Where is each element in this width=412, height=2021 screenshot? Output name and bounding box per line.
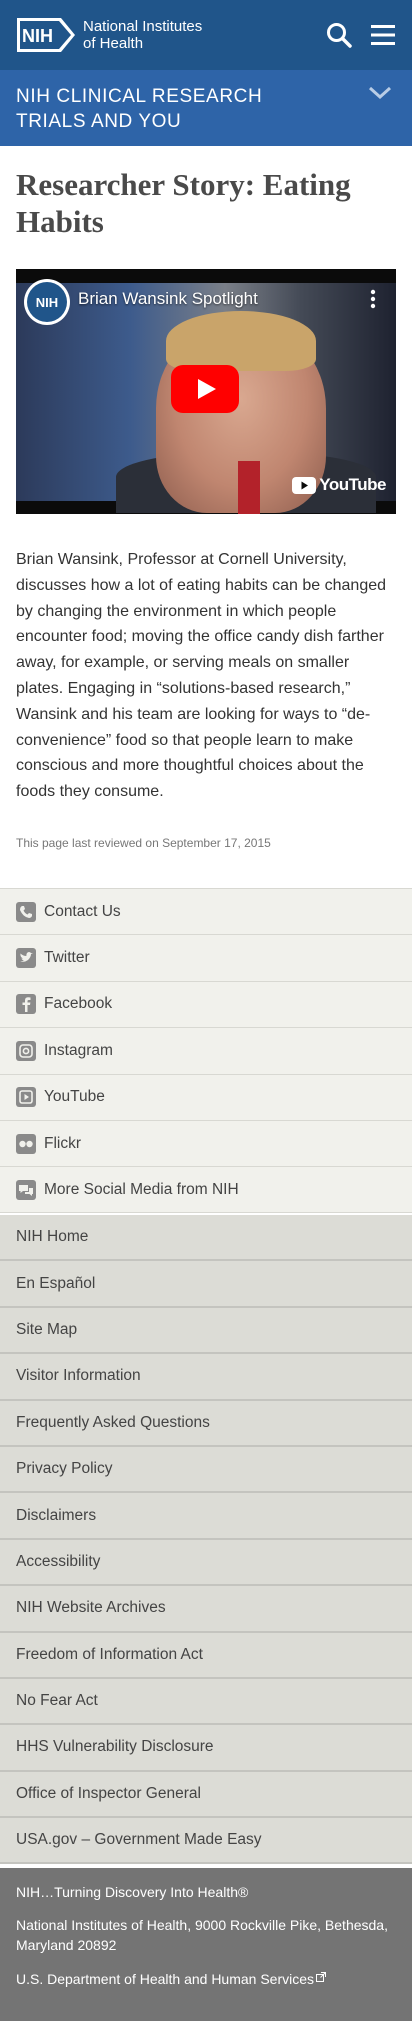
play-button-icon[interactable]	[171, 365, 239, 413]
facebook-icon	[16, 994, 36, 1015]
more-vertical-icon[interactable]	[370, 289, 376, 314]
youtube-badge[interactable]: YouTube	[292, 475, 386, 495]
youtube-brand: YouTube	[319, 475, 386, 494]
social-link-label: Flickr	[44, 1134, 82, 1152]
footer-link-visitor-information[interactable]: Visitor Information	[0, 1354, 412, 1401]
page: NIH National Institutes of Health NIH CL…	[0, 0, 412, 2021]
last-reviewed: This page last reviewed on September 17,…	[16, 836, 271, 850]
social-link-label: Facebook	[44, 995, 113, 1013]
social-link-label: YouTube	[44, 1088, 105, 1106]
thumbnail-hair	[166, 311, 316, 371]
story-description: Brian Wansink, Professor at Cornell Univ…	[16, 551, 387, 801]
logo-line-2: of Health	[83, 35, 144, 52]
footer-hhs-link-wrap: U.S. Department of Health and Human Serv…	[16, 1967, 396, 1989]
youtube-icon	[16, 1087, 36, 1108]
channel-avatar[interactable]: NIH	[24, 279, 70, 325]
nih-logo[interactable]: NIH National Institutes of Health	[15, 16, 202, 54]
footer-link-faq[interactable]: Frequently Asked Questions	[0, 1400, 412, 1447]
site-header: NIH National Institutes of Health	[0, 0, 412, 70]
nih-logo-text: National Institutes of Health	[83, 18, 202, 52]
external-link-icon	[316, 1967, 327, 1987]
footer-link-en-espanol[interactable]: En Español	[0, 1261, 412, 1308]
footer-link-privacy-policy[interactable]: Privacy Policy	[0, 1446, 412, 1494]
hamburger-menu-icon[interactable]	[369, 21, 397, 49]
section-title: NIH CLINICAL RESEARCH TRIALS AND YOU	[16, 86, 263, 132]
flickr-icon	[16, 1133, 36, 1154]
footer-link-disclaimers[interactable]: Disclaimers	[0, 1493, 412, 1540]
video-embed[interactable]: NIH Brian Wansink Spotlight YouTube	[16, 269, 396, 514]
footer-link-inspector-general[interactable]: Office of Inspector General	[0, 1771, 412, 1819]
channel-avatar-label: NIH	[27, 282, 67, 322]
social-links: Contact Us Twitter Facebook Instagram Yo…	[0, 888, 412, 1213]
social-link-label: More Social Media from NIH	[44, 1180, 239, 1198]
social-link-label: Twitter	[44, 949, 90, 967]
footer-link-nih-home[interactable]: NIH Home	[0, 1215, 412, 1262]
search-icon[interactable]	[325, 21, 353, 49]
footer-link-vulnerability-disclosure[interactable]: HHS Vulnerability Disclosure	[0, 1725, 412, 1772]
footer-tagline: NIH…Turning Discovery Into Health®	[16, 1884, 249, 1900]
footer-address: National Institutes of Health, 9000 Rock…	[16, 1917, 388, 1953]
social-link-flickr[interactable]: Flickr	[0, 1119, 412, 1167]
section-nav-toggle[interactable]: NIH CLINICAL RESEARCH TRIALS AND YOU	[0, 70, 412, 146]
social-link-twitter[interactable]: Twitter	[0, 934, 412, 981]
social-link-more-social-media[interactable]: More Social Media from NIH	[0, 1166, 412, 1213]
twitter-icon	[16, 948, 36, 969]
footer-link-no-fear-act[interactable]: No Fear Act	[0, 1678, 412, 1726]
footer-hhs-link[interactable]: U.S. Department of Health and Human Serv…	[16, 1971, 314, 1987]
instagram-icon	[16, 1040, 36, 1061]
youtube-logo-icon	[292, 476, 317, 494]
social-link-instagram[interactable]: Instagram	[0, 1027, 412, 1074]
social-link-youtube[interactable]: YouTube	[0, 1073, 412, 1120]
footer-link-foia[interactable]: Freedom of Information Act	[0, 1632, 412, 1679]
footer-link-accessibility[interactable]: Accessibility	[0, 1539, 412, 1587]
site-footer: NIH…Turning Discovery Into Health® Natio…	[0, 1868, 412, 2021]
chevron-down-icon	[368, 86, 392, 105]
logo-line-1: National Institutes	[83, 18, 203, 35]
svg-text:NIH: NIH	[22, 26, 53, 46]
thumbnail-tie	[238, 461, 260, 514]
phone-icon	[16, 901, 36, 922]
footer-link-website-archives[interactable]: NIH Website Archives	[0, 1586, 412, 1633]
footer-link-usa-gov[interactable]: USA.gov – Government Made Easy	[0, 1818, 412, 1865]
page-title: Researcher Story: Eating Habits	[16, 167, 351, 239]
social-link-label: Contact Us	[44, 902, 121, 920]
footer-link-site-map[interactable]: Site Map	[0, 1307, 412, 1355]
video-title[interactable]: Brian Wansink Spotlight	[78, 289, 258, 309]
nih-logo-mark: NIH	[15, 16, 77, 54]
footer-links: NIH Home En Español Site Map Visitor Inf…	[0, 1215, 412, 1865]
social-media-icon	[16, 1179, 36, 1200]
social-link-contact-us[interactable]: Contact Us	[0, 888, 412, 935]
header-actions	[325, 21, 397, 49]
social-link-label: Instagram	[44, 1041, 113, 1059]
social-link-facebook[interactable]: Facebook	[0, 980, 412, 1028]
